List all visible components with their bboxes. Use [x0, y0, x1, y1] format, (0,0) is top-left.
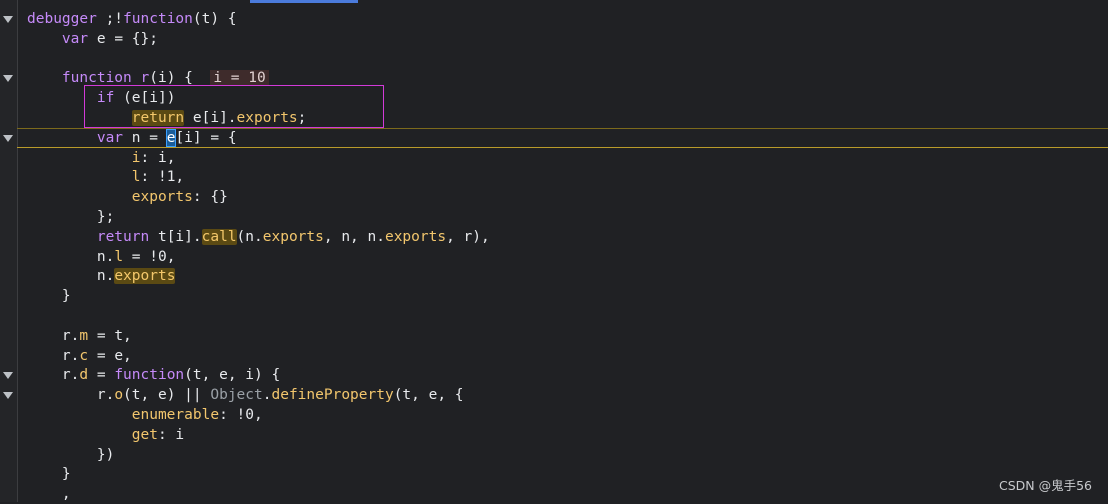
- code-line[interactable]: return t[i].call(n.exports, n, n.exports…: [27, 227, 490, 247]
- code-token: ,: [27, 486, 71, 503]
- code-token: return: [96, 228, 150, 245]
- code-token: i = 10: [210, 70, 269, 87]
- code-token: r.: [27, 347, 80, 364]
- code-line[interactable]: l: !1,: [27, 167, 184, 187]
- code-token: (t) {: [192, 11, 237, 27]
- code-token: n.: [27, 268, 115, 285]
- code-editor[interactable]: debugger ;!function(t) { var e = {}; fun…: [0, 0, 1108, 502]
- code-token: n.: [27, 248, 115, 265]
- code-token: c: [79, 347, 89, 364]
- code-line[interactable]: i: i,: [27, 148, 176, 168]
- code-token: r.: [27, 367, 80, 384]
- code-line[interactable]: r.c = e,: [27, 346, 132, 366]
- code-line[interactable]: }: [27, 286, 71, 306]
- code-token: , r),: [446, 228, 490, 245]
- code-line[interactable]: enumerable: !0,: [27, 405, 263, 425]
- annotation-box: [84, 85, 384, 128]
- code-token: r: [140, 70, 150, 87]
- code-token: =: [88, 367, 115, 384]
- code-token: o: [114, 387, 124, 404]
- code-token: , n, n.: [323, 228, 385, 245]
- code-token: defineProperty: [271, 387, 394, 404]
- code-token: m: [79, 327, 89, 344]
- code-token: exports: [384, 228, 447, 245]
- code-token: (n.: [236, 228, 263, 245]
- code-token: exports: [262, 228, 324, 245]
- code-token: ;!: [96, 11, 124, 27]
- code-token: function: [61, 70, 132, 87]
- code-line[interactable]: }: [27, 464, 71, 484]
- code-line[interactable]: r.m = t,: [27, 326, 132, 346]
- code-line[interactable]: n.exports: [27, 266, 176, 286]
- code-line[interactable]: n.l = !0,: [27, 247, 176, 267]
- code-token: function: [114, 367, 185, 384]
- code-token: : i,: [140, 149, 176, 166]
- code-token: get: [131, 426, 158, 443]
- code-token: function: [123, 11, 193, 27]
- code-token: debugger: [27, 11, 97, 27]
- code-token: }: [27, 288, 71, 305]
- code-token: d: [79, 367, 89, 384]
- code-token: r.: [27, 327, 80, 344]
- code-line[interactable]: }): [27, 445, 114, 465]
- code-token: exports: [114, 268, 176, 285]
- code-token: var: [61, 30, 89, 47]
- code-line[interactable]: r.o(t, e) || Object.defineProperty(t, e,…: [27, 385, 464, 405]
- code-line[interactable]: var e = {};: [27, 29, 158, 49]
- code-line[interactable]: };: [27, 207, 114, 227]
- code-line[interactable]: r.d = function(t, e, i) {: [27, 365, 280, 385]
- code-token: exports: [131, 189, 193, 206]
- code-token: Object: [210, 387, 263, 404]
- highlight-line-top: [17, 128, 1108, 129]
- code-token: };: [27, 209, 115, 225]
- code-token: }: [27, 466, 71, 483]
- code-token: : !0,: [219, 407, 263, 423]
- code-token: : !1,: [140, 169, 185, 186]
- code-token: (t, e, i) {: [184, 367, 281, 384]
- code-token: : i: [157, 426, 185, 443]
- code-token: [i] = {: [175, 129, 237, 146]
- code-token: var: [96, 129, 124, 146]
- code-token: = !0,: [123, 248, 176, 265]
- code-line[interactable]: debugger ;!function(t) {: [27, 9, 237, 29]
- code-token: = e,: [88, 347, 132, 364]
- code-token: l: [131, 169, 141, 186]
- code-line[interactable]: get: i: [27, 425, 184, 445]
- code-token: enumerable: [131, 407, 220, 423]
- code-line[interactable]: exports: {}: [27, 187, 228, 207]
- code-token: call: [201, 228, 237, 245]
- code-token: (t, e, {: [393, 387, 464, 404]
- code-token: n =: [123, 129, 167, 146]
- code-token: (t, e) ||: [123, 387, 211, 404]
- code-line[interactable]: var n = e[i] = {: [27, 128, 237, 148]
- paused-execution-line: [17, 147, 1108, 148]
- code-token: l: [114, 248, 124, 265]
- code-token: = t,: [88, 327, 132, 344]
- code-line[interactable]: ,: [27, 484, 71, 504]
- code-token: }): [27, 446, 115, 463]
- code-token: t[i].: [149, 228, 202, 245]
- code-token: (i) {: [149, 70, 211, 87]
- code-token: i: [131, 149, 141, 166]
- code-token: r.: [27, 387, 115, 404]
- code-token: e = {};: [88, 30, 158, 47]
- code-token: : {}: [192, 189, 228, 206]
- watermark: CSDN @鬼手56: [998, 478, 1092, 493]
